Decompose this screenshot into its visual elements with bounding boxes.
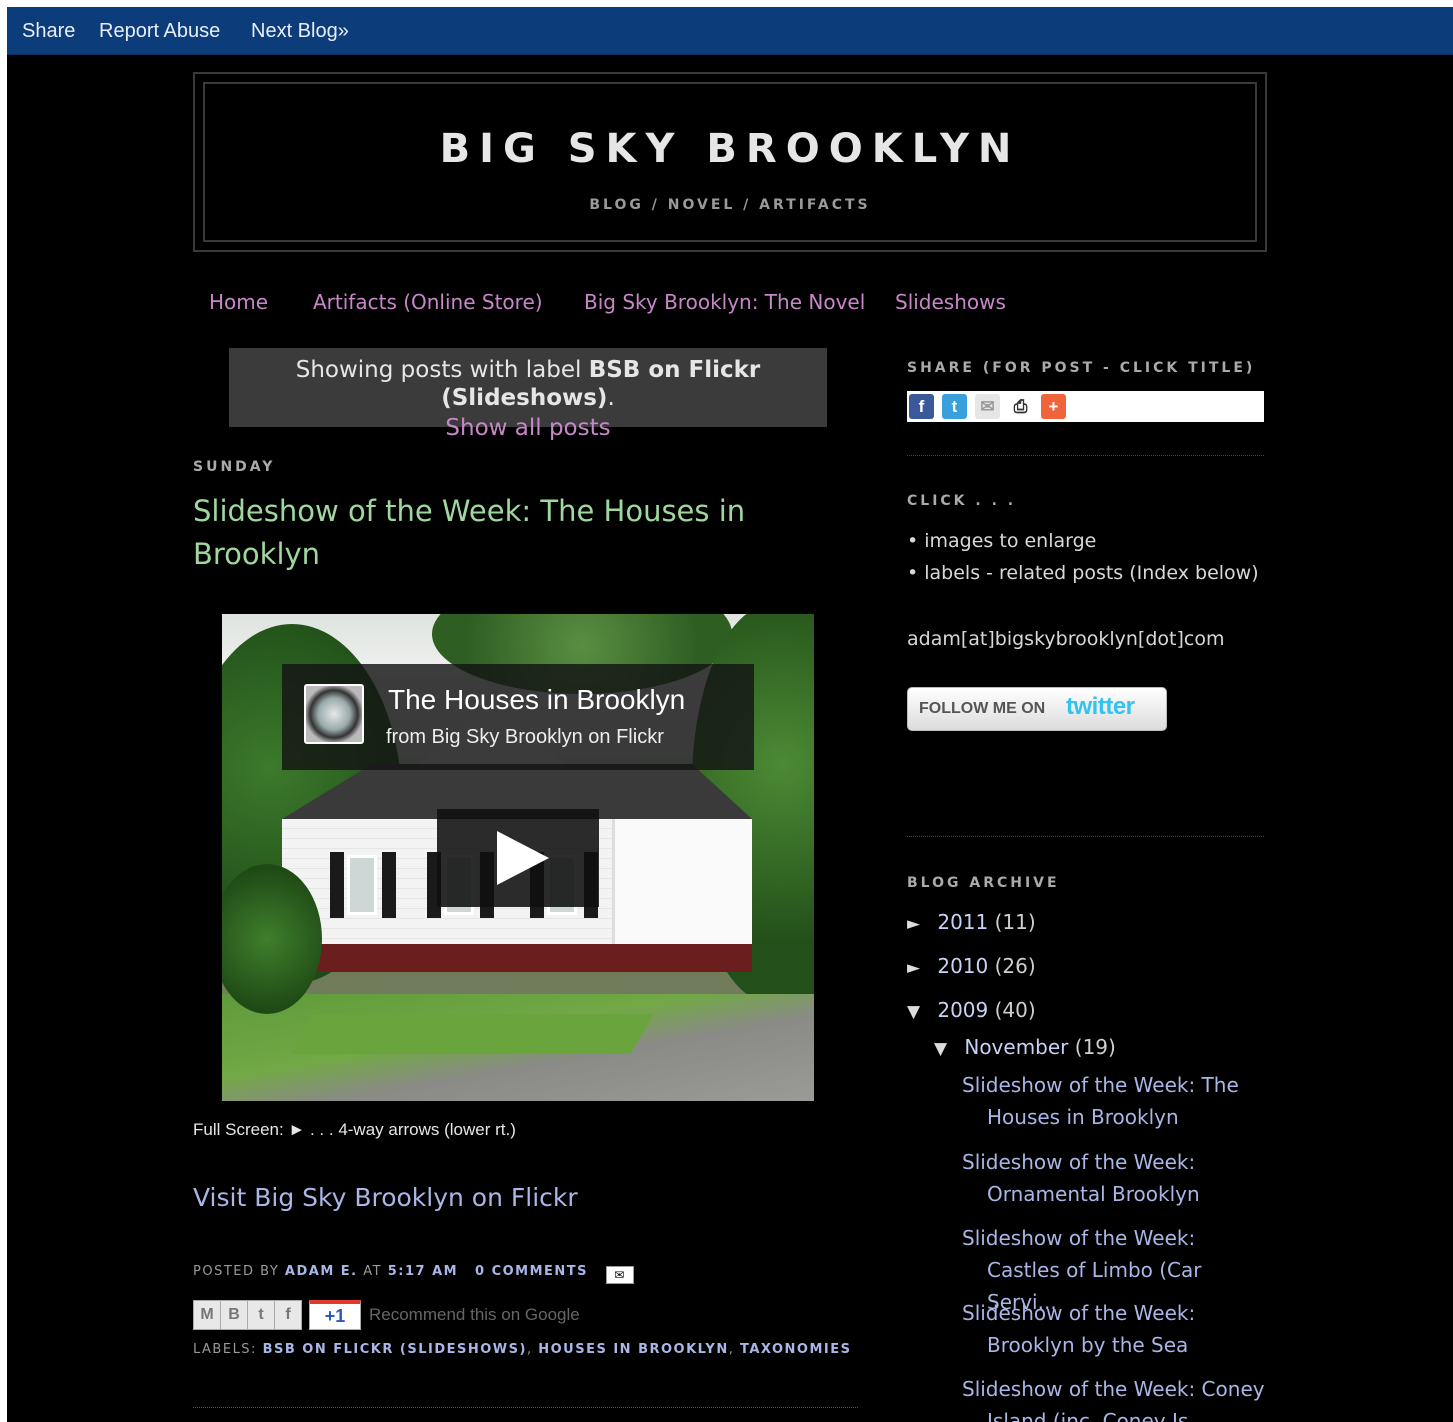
share-heading: SHARE (FOR POST - CLICK TITLE)	[907, 360, 1256, 376]
follow-twitter-button[interactable]: FOLLOW ME ON twitter	[907, 687, 1167, 731]
labels-prefix: LABELS:	[193, 1342, 257, 1357]
flickr-avatar[interactable]	[304, 684, 364, 744]
flickr-link[interactable]: Visit Big Sky Brooklyn on Flickr	[193, 1183, 578, 1212]
archive-post-link[interactable]: Slideshow of the Week: Ornamental Brookl…	[962, 1146, 1272, 1210]
collapse-triangle-icon[interactable]: ▼	[907, 1002, 931, 1022]
twitter-logo-text: twitter	[1066, 693, 1135, 720]
comments-link[interactable]: 0 COMMENTS	[475, 1264, 588, 1279]
collapse-triangle-icon[interactable]: ▼	[934, 1039, 958, 1059]
house-shutter	[382, 852, 396, 918]
facebook-share-button[interactable]: f	[274, 1300, 302, 1330]
label-status-message: Showing posts with label BSB on Flickr (…	[229, 348, 827, 441]
archive-year-2010[interactable]: ► 2010 (26)	[907, 954, 1036, 978]
email-post-icon[interactable]: ✉	[606, 1266, 635, 1284]
addthis-plus-icon[interactable]: +	[1041, 394, 1066, 419]
print-icon[interactable]: ⎙	[1008, 394, 1033, 419]
archive-year-link[interactable]: 2010	[937, 954, 988, 978]
share-icons-bar: f t ✉ ⎙ +	[907, 391, 1264, 422]
house-porch	[612, 819, 752, 959]
post-separator	[193, 1407, 858, 1408]
email-share-button[interactable]: M	[193, 1300, 221, 1330]
archive-post-link[interactable]: Slideshow of the Week: Brooklyn by the S…	[962, 1297, 1272, 1361]
post-author[interactable]: ADAM E.	[285, 1264, 358, 1279]
show-all-posts-link[interactable]: Show all posts	[229, 412, 827, 444]
blogger-navbar: Share Report Abuse Next Blog»	[7, 7, 1453, 55]
archive-count: (19)	[1074, 1035, 1116, 1059]
report-abuse-link[interactable]: Report Abuse	[99, 20, 220, 43]
facebook-icon[interactable]: f	[909, 394, 934, 419]
click-item: • labels - related posts (Index below)	[907, 562, 1259, 584]
recommend-text: Recommend this on Google	[369, 1305, 580, 1324]
archive-month-link[interactable]: November	[964, 1035, 1068, 1059]
house-shutter	[330, 852, 344, 918]
archive-post-link[interactable]: Slideshow of the Week: The Houses in Bro…	[962, 1069, 1272, 1133]
sidebar-separator	[907, 836, 1264, 837]
share-link[interactable]: Share	[22, 20, 75, 43]
house-foundation	[282, 944, 752, 972]
blog-header-inner: BIG SKY BROOKLYN BLOG / NOVEL / ARTIFACT…	[203, 82, 1257, 242]
label-link[interactable]: TAXONOMIES	[740, 1342, 851, 1357]
video-info-bar[interactable]: The Houses in Brooklyn from Big Sky Broo…	[282, 664, 754, 770]
status-suffix: .	[607, 385, 615, 411]
posted-by-text: POSTED BY	[193, 1264, 280, 1279]
next-blog-link[interactable]: Next Blog»	[251, 20, 349, 43]
tab-novel[interactable]: Big Sky Brooklyn: The Novel	[584, 290, 865, 314]
share-buttons-row: M Bt f +1 Recommend this on Google	[193, 1300, 580, 1332]
play-icon	[497, 831, 549, 885]
post-labels: LABELS: BSB ON FLICKR (SLIDESHOWS), HOUS…	[193, 1342, 852, 1357]
archive-year-link[interactable]: 2011	[937, 910, 988, 934]
video-subtitle[interactable]: from Big Sky Brooklyn on Flickr	[386, 726, 664, 749]
blog-description: BLOG / NOVEL / ARTIFACTS	[589, 197, 871, 213]
video-embed[interactable]: The Houses in Brooklyn from Big Sky Broo…	[222, 614, 814, 1101]
blog-header: BIG SKY BROOKLYN BLOG / NOVEL / ARTIFACT…	[193, 72, 1267, 252]
at-text: AT	[363, 1264, 383, 1279]
page-frame: Share Report Abuse Next Blog» BIG SKY BR…	[7, 7, 1453, 1422]
twitter-icon[interactable]: t	[942, 394, 967, 419]
post-timestamp[interactable]: 5:17 AM	[388, 1264, 458, 1279]
post-footer: POSTED BY ADAM E. AT 5:17 AM 0 COMMENTS ✉	[193, 1264, 635, 1284]
archive-year-2009[interactable]: ▼ 2009 (40)	[907, 998, 1036, 1022]
archive-count: (40)	[994, 998, 1036, 1022]
status-line: Showing posts with label BSB on Flickr (…	[229, 356, 827, 412]
expand-triangle-icon[interactable]: ►	[907, 914, 931, 934]
follow-me-on-text: FOLLOW ME ON	[919, 700, 1046, 717]
date-header: SUNDAY	[193, 459, 276, 475]
post-title[interactable]: Slideshow of the Week: The Houses in Bro…	[193, 490, 833, 576]
archive-year-link[interactable]: 2009	[937, 998, 988, 1022]
google-plusone-button[interactable]: +1	[309, 1300, 361, 1330]
sidebar-separator	[907, 455, 1264, 456]
twitter-share-button[interactable]: t	[247, 1300, 275, 1330]
house-window	[347, 855, 377, 915]
expand-triangle-icon[interactable]: ►	[907, 958, 931, 978]
tab-artifacts[interactable]: Artifacts (Online Store)	[313, 290, 543, 314]
blog-title[interactable]: BIG SKY BROOKLYN	[205, 126, 1255, 172]
blogthis-share-button[interactable]: B	[220, 1300, 248, 1330]
email-icon[interactable]: ✉	[975, 394, 1000, 419]
archive-count: (11)	[994, 910, 1036, 934]
play-button[interactable]	[437, 809, 599, 907]
archive-month-november[interactable]: ▼ November (19)	[934, 1035, 1116, 1059]
label-link[interactable]: BSB ON FLICKR (SLIDESHOWS)	[263, 1342, 527, 1357]
click-item: • images to enlarge	[907, 530, 1097, 552]
fullscreen-note: Full Screen: ► . . . 4-way arrows (lower…	[193, 1120, 516, 1139]
label-link[interactable]: HOUSES IN BROOKLYN	[538, 1342, 729, 1357]
contact-email: adam[at]bigskybrooklyn[dot]com	[907, 628, 1225, 650]
archive-heading: BLOG ARCHIVE	[907, 875, 1060, 891]
tab-slideshows[interactable]: Slideshows	[895, 290, 1006, 314]
tab-home[interactable]: Home	[209, 290, 268, 314]
archive-count: (26)	[994, 954, 1036, 978]
lawn	[290, 1014, 654, 1054]
video-title[interactable]: The Houses in Brooklyn	[388, 684, 685, 716]
click-heading: CLICK . . .	[907, 493, 1017, 509]
archive-post-link[interactable]: Slideshow of the Week: Coney Island (inc…	[962, 1373, 1272, 1422]
status-prefix: Showing posts with label	[295, 357, 582, 383]
archive-year-2011[interactable]: ► 2011 (11)	[907, 910, 1036, 934]
